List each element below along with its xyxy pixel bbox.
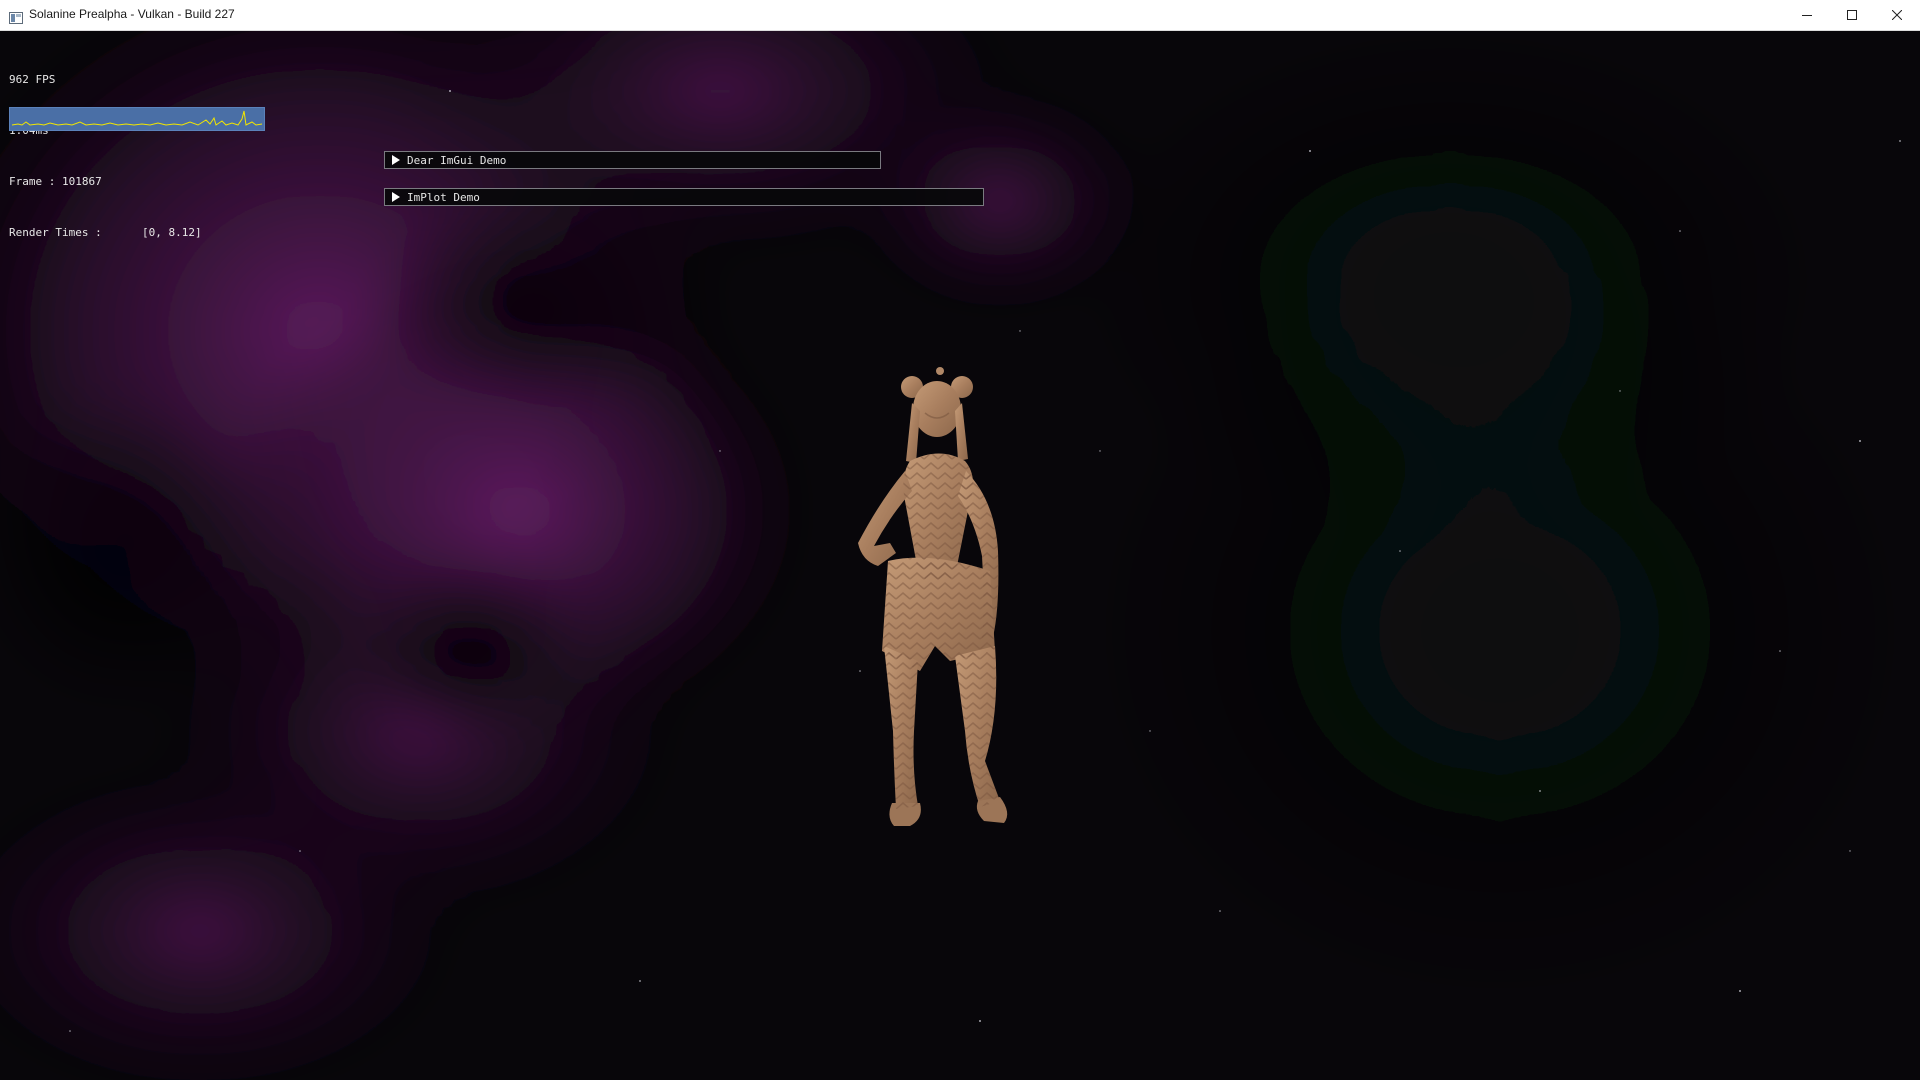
fps-readout: 962 FPS xyxy=(9,73,56,86)
maximize-button[interactable] xyxy=(1829,0,1875,30)
collapse-arrow-icon[interactable] xyxy=(391,155,401,165)
render-times-plot[interactable] xyxy=(9,107,265,131)
minimize-icon xyxy=(1802,15,1812,16)
maximize-icon xyxy=(1847,10,1857,20)
window-title: Solanine Prealpha - Vulkan - Build 227 xyxy=(29,7,235,21)
render-times-label: Render Times : xyxy=(9,226,102,239)
title-bar[interactable]: Solanine Prealpha - Vulkan - Build 227 xyxy=(0,0,1920,31)
collapse-arrow-icon[interactable] xyxy=(391,192,401,202)
minimize-button[interactable] xyxy=(1784,0,1830,30)
frame-counter: Frame : 101867 xyxy=(9,175,102,188)
imgui-demo-window[interactable]: Dear ImGui Demo xyxy=(384,151,881,169)
close-icon xyxy=(1892,10,1902,20)
render-times-row: Render Times : [0, 8.12] xyxy=(9,224,202,241)
implot-demo-window[interactable]: ImPlot Demo xyxy=(384,188,984,206)
render-times-range: [0, 8.12] xyxy=(142,226,202,239)
implot-demo-window-title: ImPlot Demo xyxy=(407,190,480,204)
imgui-demo-window-title: Dear ImGui Demo xyxy=(407,153,507,167)
app-icon xyxy=(9,9,23,24)
performance-overlay: 962 FPS 1.04ms Frame : 101867 Render Tim… xyxy=(9,37,202,258)
render-times-sparkline xyxy=(11,110,263,126)
close-button[interactable] xyxy=(1874,0,1920,30)
